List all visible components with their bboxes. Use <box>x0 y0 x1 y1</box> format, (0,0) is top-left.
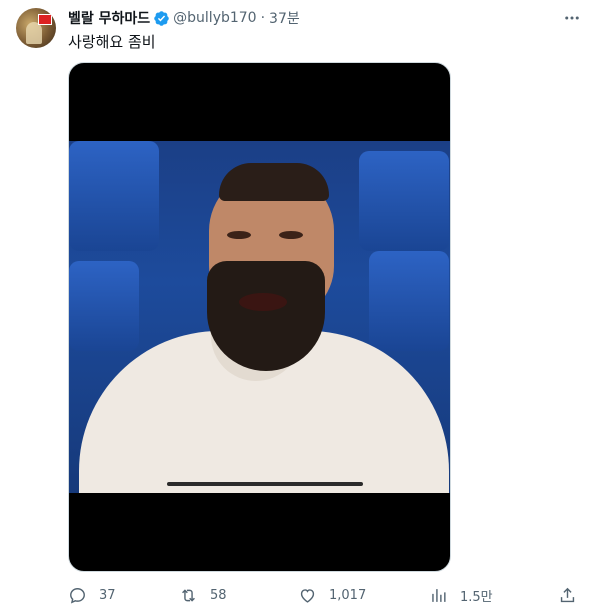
stadium-seat <box>359 151 449 251</box>
avatar-figure <box>26 22 42 44</box>
reply-count: 37 <box>99 587 116 603</box>
like-icon <box>300 588 315 603</box>
video-progress-bar[interactable] <box>167 482 363 486</box>
stadium-seat <box>69 261 139 351</box>
person-mouth <box>239 293 287 311</box>
views-button[interactable]: 1.5만 <box>429 582 493 608</box>
stadium-seat <box>69 141 159 251</box>
video-frame <box>69 141 450 493</box>
avatar[interactable] <box>16 8 56 48</box>
views-icon <box>432 588 446 602</box>
tweet-video[interactable] <box>68 62 451 572</box>
separator-dot: · <box>260 10 266 26</box>
retweet-icon <box>182 588 195 602</box>
more-icon[interactable] <box>562 8 582 28</box>
share-icon <box>560 587 575 602</box>
action-bar: 37 58 1,017 1.5만 <box>68 582 578 608</box>
author-name[interactable]: 벨랄 무하마드 <box>68 8 150 28</box>
retweet-count: 58 <box>210 587 227 603</box>
author-handle[interactable]: @bullyb170 <box>173 10 256 26</box>
stadium-seat <box>369 251 449 351</box>
like-count: 1,017 <box>329 587 367 603</box>
retweet-button[interactable]: 58 <box>179 582 227 608</box>
tweet-header: 벨랄 무하마드 @bullyb170 · 37분 <box>68 8 578 28</box>
person-hair <box>219 163 329 201</box>
like-button[interactable]: 1,017 <box>298 582 366 608</box>
views-count: 1.5만 <box>460 589 493 605</box>
person-eye <box>279 231 303 239</box>
tweet-card[interactable]: 벨랄 무하마드 @bullyb170 · 37분 사랑해요 좀비 37 58 1… <box>0 0 594 614</box>
person-eye <box>227 231 251 239</box>
verified-badge-icon <box>153 10 170 27</box>
tweet-text: 사랑해요 좀비 <box>68 33 156 51</box>
reply-icon <box>70 587 85 603</box>
reply-button[interactable]: 37 <box>68 582 116 608</box>
avatar-flag <box>38 14 52 25</box>
share-button[interactable] <box>558 582 589 608</box>
tweet-time[interactable]: 37분 <box>269 8 300 28</box>
